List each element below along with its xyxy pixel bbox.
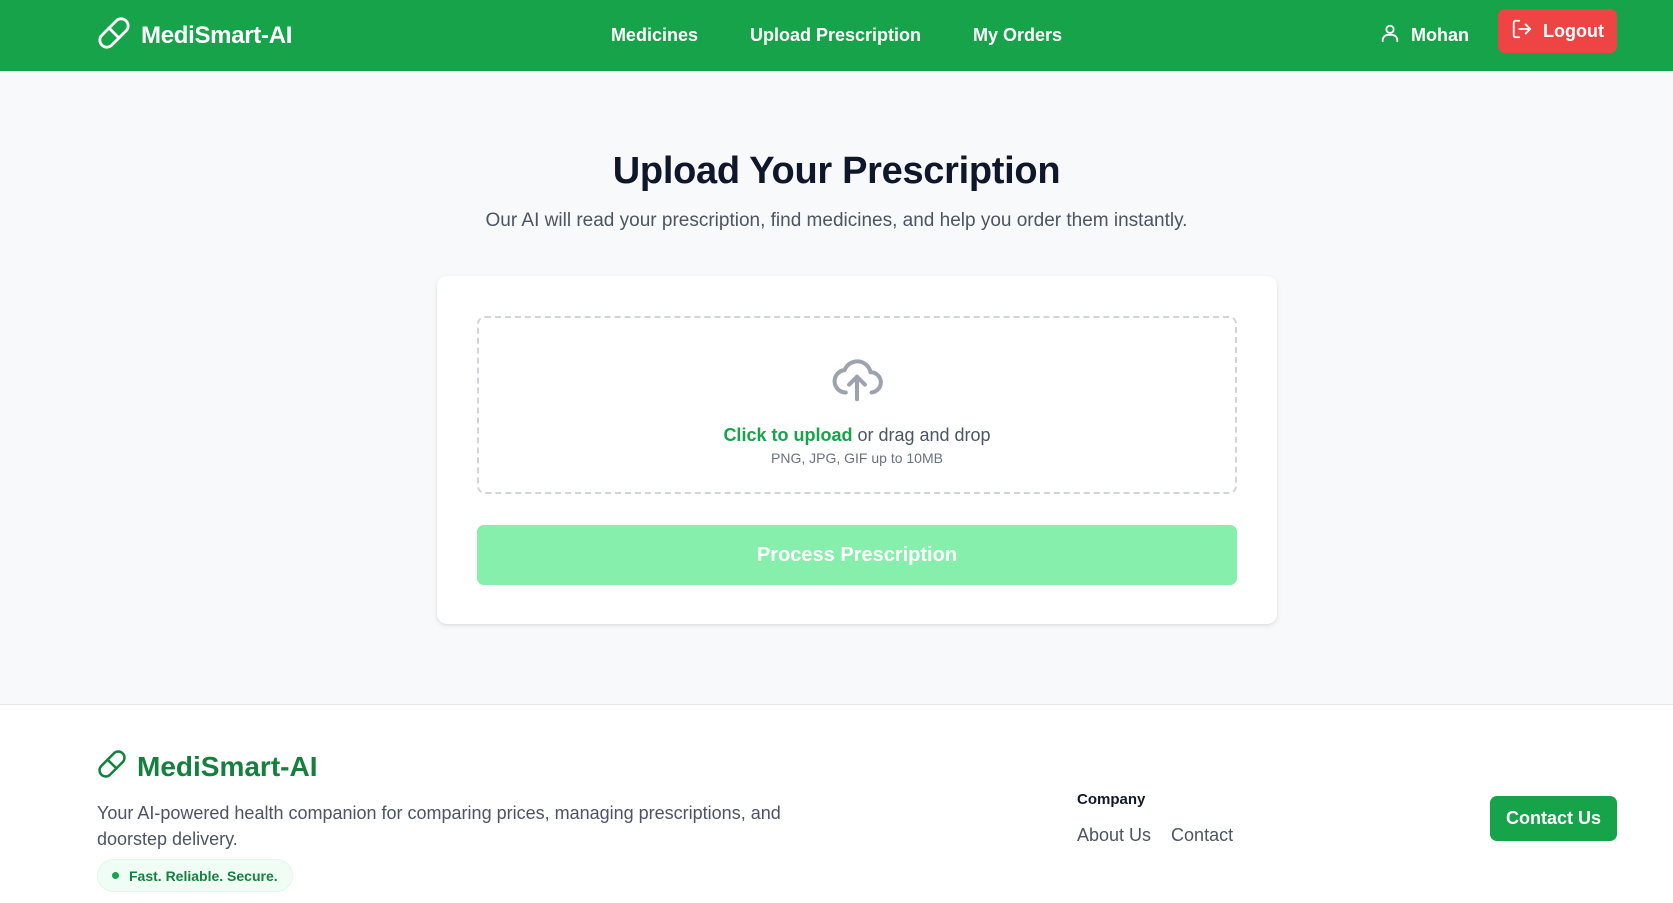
user-profile[interactable]: Mohan: [1379, 0, 1469, 71]
logout-button[interactable]: Logout: [1498, 9, 1617, 53]
upload-instructions: Click to upload or drag and drop: [723, 425, 990, 446]
nav-my-orders[interactable]: My Orders: [973, 25, 1062, 46]
pill-icon: [97, 749, 127, 784]
process-prescription-button[interactable]: Process Prescription: [477, 525, 1237, 585]
click-to-upload-link[interactable]: Click to upload: [723, 425, 852, 445]
footer: MediSmart-AI Your AI-powered health comp…: [0, 704, 1673, 903]
brand-logo[interactable]: MediSmart-AI: [97, 0, 292, 71]
footer-link-contact[interactable]: Contact: [1171, 825, 1233, 846]
logout-label: Logout: [1543, 20, 1604, 41]
page-subtitle: Our AI will read your prescription, find…: [485, 210, 1188, 231]
nav-upload-prescription[interactable]: Upload Prescription: [750, 25, 921, 46]
nav-medicines[interactable]: Medicines: [611, 25, 698, 46]
footer-links: About Us Contact: [1077, 825, 1233, 846]
user-name: Mohan: [1411, 25, 1469, 45]
tagline-text: Fast. Reliable. Secure.: [129, 867, 278, 884]
brand-name: MediSmart-AI: [141, 21, 293, 49]
logout-icon: [1511, 18, 1533, 45]
footer-brand-name: MediSmart-AI: [137, 750, 318, 782]
footer-link-about-us[interactable]: About Us: [1077, 825, 1151, 846]
upload-dropzone[interactable]: Click to upload or drag and drop PNG, JP…: [477, 316, 1237, 494]
tagline-badge: Fast. Reliable. Secure.: [97, 859, 293, 892]
page-title: Upload Your Prescription: [612, 150, 1061, 192]
file-types-hint: PNG, JPG, GIF up to 10MB: [771, 450, 943, 466]
user-icon: [1379, 22, 1401, 49]
pill-icon: [97, 16, 131, 55]
contact-us-button[interactable]: Contact Us: [1490, 796, 1617, 841]
status-dot: [112, 872, 119, 879]
upload-card: Click to upload or drag and drop PNG, JP…: [437, 276, 1277, 624]
upload-cloud-icon: [828, 352, 886, 411]
top-navbar: MediSmart-AI Medicines Upload Prescripti…: [0, 0, 1673, 71]
drag-drop-text: or drag and drop: [852, 425, 991, 445]
company-heading: Company: [1077, 791, 1146, 808]
footer-description: Your AI-powered health companion for com…: [97, 803, 781, 849]
footer-brand: MediSmart-AI: [97, 749, 317, 784]
